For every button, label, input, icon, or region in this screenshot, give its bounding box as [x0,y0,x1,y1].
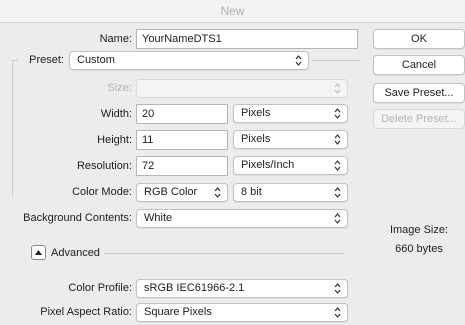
resolution-unit-value: Pixels/Inch [241,159,295,171]
height-label: Height: [97,134,132,146]
triangle-up-icon [35,250,42,255]
image-size-value: 660 bytes [395,243,443,255]
width-label: Width: [100,108,132,120]
up-down-chevron-icon [334,213,341,224]
pixel-aspect-ratio-select[interactable]: Square Pixels [136,303,348,322]
up-down-chevron-icon [334,160,341,171]
ok-button[interactable]: OK [373,29,465,49]
size-label: Size: [107,82,132,94]
preset-group-border-side [12,60,13,197]
background-contents-value: White [144,212,173,224]
color-mode-label: Color Mode: [72,186,132,198]
resolution-unit-select[interactable]: Pixels/Inch [233,156,348,175]
height-unit-value: Pixels [241,133,271,145]
color-profile-select[interactable]: sRGB IEC61966-2.1 [136,279,348,298]
resolution-label: Resolution: [76,160,132,172]
color-mode-select[interactable]: RGB Color [136,183,228,202]
bit-depth-select[interactable]: 8 bit [233,183,348,202]
advanced-separator [104,253,344,254]
color-mode-value: RGB Color [144,186,198,198]
color-profile-label: Color Profile: [68,282,132,294]
up-down-chevron-icon [334,83,341,94]
up-down-chevron-icon [214,187,221,198]
color-profile-value: sRGB IEC61966-2.1 [144,282,245,294]
pixel-aspect-ratio-label: Pixel Aspect Ratio: [40,306,132,318]
resolution-input[interactable]: 72 [136,156,228,176]
bit-depth-value: 8 bit [241,186,262,198]
cancel-button[interactable]: Cancel [373,55,465,75]
preset-group-border-right [312,60,360,61]
name-input[interactable]: YourNameDTS1 [136,29,358,49]
width-unit-select[interactable]: Pixels [233,104,348,123]
height-unit-select[interactable]: Pixels [233,130,348,149]
preset-label: Preset: [29,54,64,66]
width-unit-value: Pixels [241,107,271,119]
up-down-chevron-icon [334,307,341,318]
advanced-label: Advanced [51,247,100,259]
window-title: New [220,4,245,18]
up-down-chevron-icon [334,108,341,119]
name-label: Name: [99,33,132,45]
preset-select[interactable]: Custom [69,51,309,70]
pixel-aspect-ratio-value: Square Pixels [144,306,212,318]
save-preset-button[interactable]: Save Preset... [373,83,465,103]
up-down-chevron-icon [295,55,302,66]
size-select [136,79,348,98]
preset-select-value: Custom [77,54,115,66]
up-down-chevron-icon [334,134,341,145]
width-input[interactable]: 20 [136,104,228,124]
advanced-disclosure-button[interactable] [31,245,46,260]
up-down-chevron-icon [334,283,341,294]
window-titlebar: New [0,0,465,23]
image-size-label: Image Size: [389,224,449,236]
up-down-chevron-icon [334,187,341,198]
background-contents-label: Background Contents: [23,212,132,224]
background-contents-select[interactable]: White [136,209,348,228]
height-input[interactable]: 11 [136,130,228,150]
delete-preset-button: Delete Preset... [373,109,465,129]
